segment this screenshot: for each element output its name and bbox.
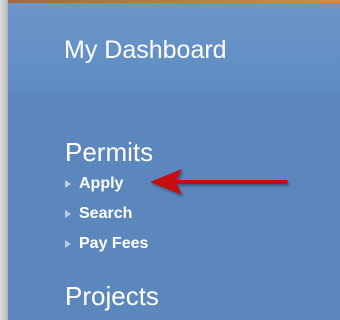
nav-item-search[interactable]: Search (65, 205, 132, 223)
nav-item-apply[interactable]: Apply (65, 175, 123, 193)
arrow-shape (150, 169, 288, 195)
nav-item-label: Search (79, 205, 133, 222)
section-title-projects: Projects (65, 281, 159, 311)
bullet-triangle-icon (65, 210, 71, 218)
screenshot-frame: My Dashboard Permits Apply Search Pay Fe… (0, 0, 340, 320)
dashboard-header: My Dashboard (8, 3, 340, 93)
nav-item-label: Apply (79, 175, 124, 192)
window-left-border (0, 0, 8, 320)
sidebar-panel: My Dashboard Permits Apply Search Pay Fe… (8, 3, 340, 320)
dashboard-title[interactable]: My Dashboard (64, 36, 227, 65)
bullet-triangle-icon (65, 180, 71, 188)
bullet-triangle-icon (65, 240, 71, 248)
nav-item-label: Pay Fees (79, 235, 149, 252)
nav-item-pay-fees[interactable]: Pay Fees (65, 235, 148, 253)
section-title-permits: Permits (65, 137, 154, 167)
